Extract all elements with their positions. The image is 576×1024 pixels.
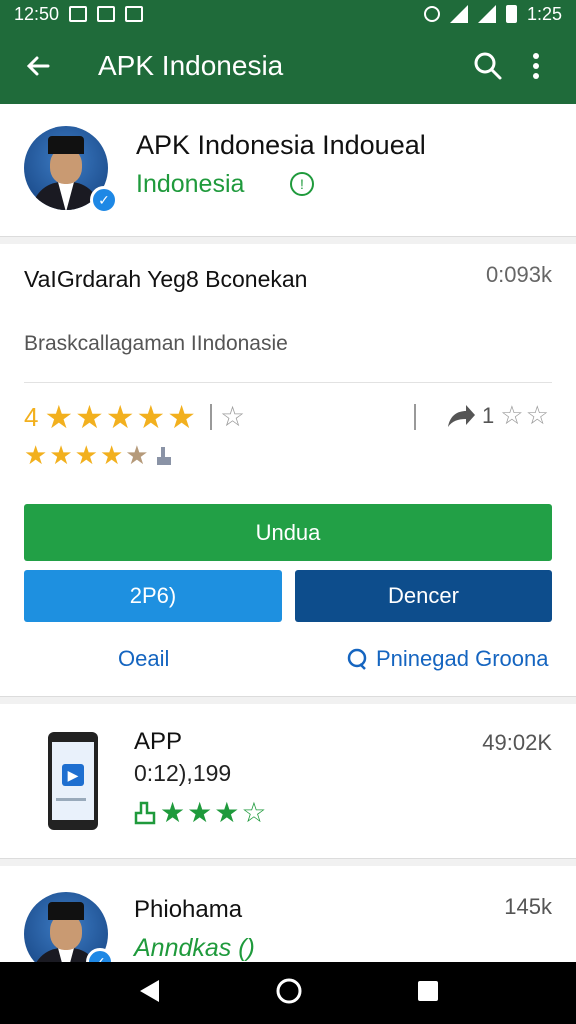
app-size: 0:093k: [485, 262, 552, 287]
app-name: VaIGrdarah Yeg8 Bconekan: [24, 266, 308, 292]
verified-badge-icon: ✓: [90, 186, 118, 214]
recents-square-icon: [418, 980, 438, 1001]
star-icon: ★: [74, 440, 98, 470]
star-icon: ★: [99, 440, 124, 470]
app-bar: APK Indonesia: [0, 28, 576, 104]
status-time-right: 1:25: [526, 3, 562, 24]
nav-recents-button[interactable]: [417, 980, 439, 1007]
rate-star-button[interactable]: ☆: [220, 400, 245, 433]
alarm-icon: [423, 6, 440, 22]
small-rating-stars: ★ ★ ★ ★ ★: [24, 440, 173, 471]
app-publisher[interactable]: Indonesia: [136, 170, 244, 199]
system-navigation-bar: [0, 962, 576, 1024]
list-item-size: 49:02K: [482, 730, 552, 755]
info-icon: !: [290, 172, 314, 196]
star-half-icon: ★: [125, 440, 149, 470]
search-icon: [474, 52, 502, 80]
qr-icon: [97, 6, 116, 22]
chat-icon: [347, 648, 367, 670]
app-description: Braskcallagaman IIndonasie: [24, 332, 288, 355]
battery-icon: [505, 5, 517, 23]
list-item-rating: ★ ★ ★ ☆: [134, 796, 266, 829]
star-icon: ★: [75, 399, 104, 435]
status-bar: 12:50 1:25: [0, 0, 576, 28]
secondary-button[interactable]: 2P6): [24, 570, 282, 622]
list-item-subtitle: 0:12),199: [134, 760, 232, 786]
list-item-size: 145k: [504, 894, 552, 919]
wifi-icon: [449, 5, 468, 23]
back-triangle-icon: [140, 979, 159, 1002]
more-options-button[interactable]: [512, 42, 560, 90]
star-outline-icon: ☆: [220, 401, 246, 432]
list-item[interactable]: ✓ Phiohama Anndkas () 145k: [0, 866, 576, 976]
app-header-card: ✓ APK Indonesia Indoueal Indonesia !: [0, 112, 576, 236]
section-divider: [0, 696, 576, 704]
separator: [414, 404, 416, 430]
nav-home-button[interactable]: [275, 977, 303, 1010]
section-divider: [0, 236, 576, 244]
related-link[interactable]: Pninegad Groona: [346, 646, 548, 672]
app-info-card: VaIGrdarah Yeg8 Bconekan 0:093k Braskcal…: [0, 244, 576, 696]
status-time-left: 12:50: [14, 3, 60, 24]
star-outline-icon: ☆: [525, 400, 549, 430]
divider: [24, 382, 552, 383]
back-arrow-icon: [26, 56, 50, 76]
list-item[interactable]: ▶ APP 0:12),199 49:02K ★ ★ ★ ☆: [0, 704, 576, 858]
section-divider: [0, 858, 576, 866]
app-phone-icon: ▶: [48, 732, 98, 830]
star-icon: ★: [136, 399, 166, 435]
star-icon: ★: [24, 440, 48, 470]
search-button[interactable]: [464, 42, 512, 90]
thumb-icon: [156, 446, 171, 465]
top-app-bar: 12:50 1:25 APK Indonesia: [0, 0, 576, 104]
share-count: 1: [482, 402, 495, 428]
star-icon: ★: [187, 797, 213, 828]
share-arrow-icon: [448, 404, 475, 427]
list-item-title: APP: [134, 728, 183, 755]
rating-number: 4: [24, 401, 39, 432]
related-link-label: Pninegad Groona: [376, 646, 549, 671]
app-title: APK Indonesia Indoueal: [136, 130, 426, 160]
home-circle-icon: [276, 978, 302, 1003]
star-icon: ★: [214, 797, 240, 828]
nav-back-button[interactable]: [137, 978, 161, 1009]
detail-link[interactable]: Oeail: [118, 646, 169, 672]
star-icon: ★: [105, 399, 135, 435]
star-icon: ★: [49, 440, 73, 470]
notification-icon: [69, 6, 88, 22]
share-row[interactable]: 1 ☆ ☆: [446, 400, 549, 431]
separator: [210, 404, 212, 430]
star-outline-icon: ☆: [241, 797, 267, 828]
download-button[interactable]: Dencer: [295, 570, 552, 622]
star-icon: ★: [167, 399, 196, 435]
app-notification-icon: [125, 6, 144, 22]
install-button[interactable]: Undua: [24, 504, 552, 561]
thumb-icon: [134, 801, 156, 824]
star-outline-icon: ☆: [500, 400, 524, 430]
app-bar-title: APK Indonesia: [98, 50, 284, 81]
rating-stars: 4 ★ ★ ★ ★ ★: [24, 398, 196, 436]
list-item-title: Phiohama: [134, 896, 243, 923]
list-item-subtitle: Anndkas (): [134, 934, 255, 962]
star-icon: ★: [44, 399, 74, 435]
signal-icon: [477, 5, 496, 23]
more-vert-icon: [533, 53, 539, 79]
star-icon: ★: [160, 797, 186, 828]
back-button[interactable]: [16, 44, 60, 88]
